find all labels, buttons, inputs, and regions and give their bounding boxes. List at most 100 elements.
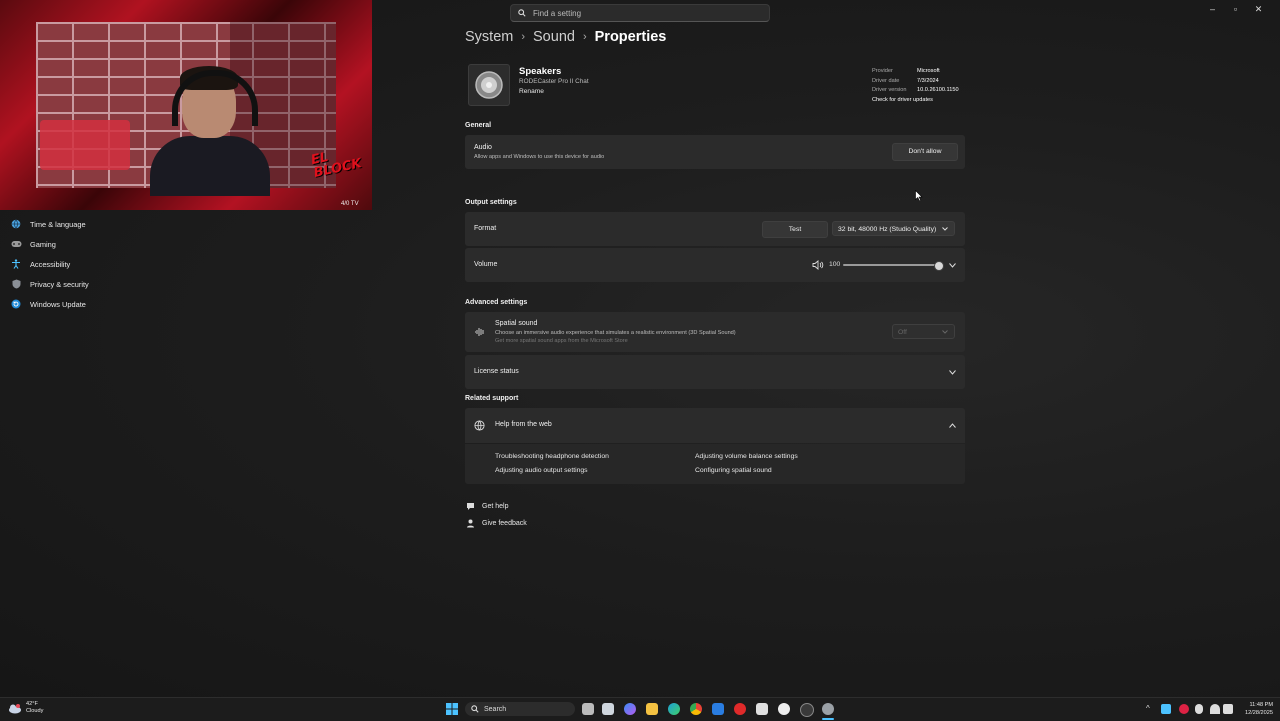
store-icon[interactable] xyxy=(602,703,614,715)
sidebar-item-accessibility[interactable]: Accessibility xyxy=(10,254,190,274)
sidebar-item-label: Accessibility xyxy=(30,259,71,269)
minimize-button[interactable]: – xyxy=(1201,3,1224,15)
volume-slider-thumb[interactable] xyxy=(934,261,944,271)
sidebar-item-label: Privacy & security xyxy=(30,279,89,289)
get-help-link[interactable]: Get help xyxy=(466,502,508,511)
speaker-volume-icon[interactable] xyxy=(812,260,824,270)
spatial-sound-card: Spatial sound Choose an immersive audio … xyxy=(465,312,965,352)
breadcrumb: System › Sound › Properties xyxy=(465,29,666,45)
test-button[interactable]: Test xyxy=(762,221,828,238)
mouse-cursor xyxy=(915,190,923,201)
license-status-card[interactable]: License status xyxy=(465,355,965,389)
provider-label: Provider xyxy=(872,68,893,74)
format-dropdown-value: 32 bit, 48000 Hz (Studio Quality) xyxy=(838,226,937,233)
spatial-sound-description: Choose an immersive audio experience tha… xyxy=(495,330,736,336)
help-link-volume-balance[interactable]: Adjusting volume balance settings xyxy=(695,453,798,460)
chevron-down-icon[interactable] xyxy=(949,263,956,268)
help-link-audio-output[interactable]: Adjusting audio output settings xyxy=(495,467,588,474)
obs-icon[interactable] xyxy=(800,703,814,717)
record-app-icon[interactable] xyxy=(734,703,746,715)
chair xyxy=(40,120,130,170)
taskbar: 42°F Cloudy Search ^ 11:48 PM 12/28/2025 xyxy=(0,697,1280,721)
chevron-down-icon xyxy=(949,370,956,375)
notes-app-icon[interactable] xyxy=(756,703,768,715)
window-controls: – ▫ ✕ xyxy=(1201,3,1270,15)
search-input[interactable] xyxy=(531,7,755,19)
help-link-headphone-detection[interactable]: Troubleshooting headphone detection xyxy=(495,453,609,460)
taskbar-search[interactable]: Search xyxy=(465,702,575,716)
feedback-icon xyxy=(466,519,476,528)
edge-icon[interactable] xyxy=(668,703,680,715)
shield-icon xyxy=(10,278,22,290)
sidebar-item-privacy[interactable]: Privacy & security xyxy=(10,274,190,294)
sidebar-item-windows-update[interactable]: Windows Update xyxy=(10,294,190,314)
spatial-sound-label: Spatial sound xyxy=(495,320,538,327)
help-from-web-card[interactable]: Help from the web xyxy=(465,408,965,443)
dont-allow-button[interactable]: Don't allow xyxy=(892,143,958,161)
clock-time: 11:48 PM xyxy=(1249,702,1273,708)
audio-description: Allow apps and Windows to use this devic… xyxy=(474,154,605,160)
spatial-sound-icon xyxy=(475,328,484,336)
driver-date-value: 7/3/2024 xyxy=(917,77,939,84)
settings-window: – ▫ ✕ EL BLOCK 4/0 TV Time & language Ga… xyxy=(0,0,1280,697)
copilot-icon[interactable] xyxy=(624,703,636,715)
sync-tray-icon[interactable] xyxy=(1161,704,1171,714)
give-feedback-link[interactable]: Give feedback xyxy=(466,519,527,528)
app-tray-icon[interactable] xyxy=(1179,704,1189,714)
format-dropdown[interactable]: 32 bit, 48000 Hz (Studio Quality) xyxy=(832,221,955,236)
settings-search-box[interactable] xyxy=(510,4,770,22)
rename-link[interactable]: Rename xyxy=(519,88,544,95)
volume-value: 100 xyxy=(829,261,841,268)
microphone-icon[interactable] xyxy=(1195,704,1203,714)
spatial-sound-store-link[interactable]: Get more spatial sound apps from the Mic… xyxy=(495,338,628,344)
weather-widget[interactable]: 42°F Cloudy xyxy=(8,701,43,715)
streamer xyxy=(150,66,270,196)
breadcrumb-system[interactable]: System xyxy=(465,29,513,45)
restore-button[interactable]: ▫ xyxy=(1224,3,1247,15)
file-explorer-icon[interactable] xyxy=(646,703,658,715)
clock-date: 12/28/2025 xyxy=(1245,710,1273,716)
audio-card: Audio Allow apps and Windows to use this… xyxy=(465,135,965,169)
taskbar-clock[interactable]: 11:48 PM 12/28/2025 xyxy=(1239,701,1273,717)
stream-badge: 4/0 TV xyxy=(341,201,359,207)
wifi-icon[interactable] xyxy=(1210,704,1220,714)
help-chat-icon xyxy=(466,502,476,511)
help-links-panel: Troubleshooting headphone detection Adju… xyxy=(465,444,965,484)
weather-temp: 42°F xyxy=(26,701,38,707)
gamepad-icon xyxy=(10,238,22,250)
chevron-up-icon[interactable]: ^ xyxy=(1146,704,1150,713)
help-link-spatial-sound[interactable]: Configuring spatial sound xyxy=(695,467,772,474)
sidebar-item-label: Time & language xyxy=(30,219,86,229)
help-from-web-label: Help from the web xyxy=(495,421,552,428)
give-feedback-label: Give feedback xyxy=(482,520,527,527)
driver-info: Provider Microsoft Driver date 7/3/2024 Dr… xyxy=(872,67,959,105)
search-icon xyxy=(471,705,479,713)
breadcrumb-sound[interactable]: Sound xyxy=(533,29,575,45)
sidebar-item-gaming[interactable]: Gaming xyxy=(10,234,190,254)
chevron-down-icon xyxy=(942,227,948,231)
license-status-label: License status xyxy=(474,368,519,375)
chevron-right-icon: › xyxy=(521,31,526,43)
start-icon[interactable] xyxy=(446,703,458,715)
device-name: Speakers xyxy=(519,66,562,77)
close-button[interactable]: ✕ xyxy=(1247,3,1270,15)
settings-gear-icon[interactable] xyxy=(822,703,834,715)
section-related-support: Related support xyxy=(465,395,519,402)
chevron-up-icon xyxy=(949,423,956,428)
audio-label: Audio xyxy=(474,144,492,151)
spatial-sound-dropdown[interactable]: Off xyxy=(892,324,955,339)
section-advanced: Advanced settings xyxy=(465,299,528,306)
task-view-icon[interactable] xyxy=(582,703,594,715)
speaker-tray-icon[interactable] xyxy=(1223,704,1233,714)
capture-app-icon[interactable] xyxy=(778,703,790,715)
sidebar-item-time-language[interactable]: Time & language xyxy=(10,214,190,234)
volume-label: Volume xyxy=(474,261,498,268)
device-subtitle: RODECaster Pro II Chat xyxy=(519,78,589,85)
mail-icon[interactable] xyxy=(712,703,724,715)
chrome-icon[interactable] xyxy=(690,703,702,715)
sidebar-item-label: Windows Update xyxy=(30,299,86,309)
cloudy-weather-icon xyxy=(9,703,21,713)
check-driver-updates-link[interactable]: Check for driver updates xyxy=(872,96,933,106)
volume-slider[interactable] xyxy=(843,264,938,266)
get-help-label: Get help xyxy=(482,503,509,510)
